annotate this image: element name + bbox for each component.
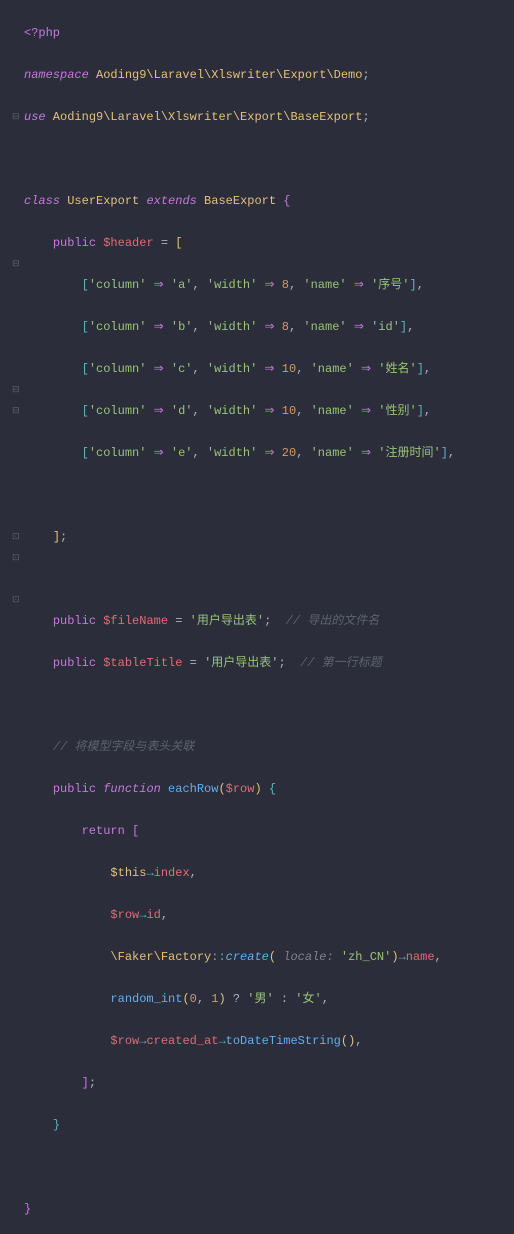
code-editor[interactable]: <?php namespace Aoding9\Laravel\Xlswrite…	[0, 0, 514, 1234]
code-line: public function eachRow($row) {	[24, 779, 514, 800]
code-line: }	[24, 1115, 514, 1136]
code-line: ['column' ⇒ 'a', 'width' ⇒ 8, 'name' ⇒ '…	[24, 275, 514, 296]
code-line: \Faker\Factory::create( locale: 'zh_CN')…	[24, 947, 514, 968]
code-line: $row→created_at→toDateTimeString(),	[24, 1031, 514, 1052]
fold-icon[interactable]: ⊡	[12, 548, 20, 569]
code-line: $row→id,	[24, 905, 514, 926]
code-line: public $tableTitle = '用户导出表'; // 第一行标题	[24, 653, 514, 674]
code-line: namespace Aoding9\Laravel\Xlswriter\Expo…	[24, 65, 514, 86]
fold-icon[interactable]: ⊟	[12, 401, 20, 422]
code-line: // 将模型字段与表头关联	[24, 737, 514, 758]
code-line: public $header = [	[24, 233, 514, 254]
code-line: ['column' ⇒ 'e', 'width' ⇒ 20, 'name' ⇒ …	[24, 443, 514, 464]
code-line	[24, 569, 514, 590]
code-line: ];	[24, 527, 514, 548]
code-line: ];	[24, 1073, 514, 1094]
code-line: class UserExport extends BaseExport {	[24, 191, 514, 212]
code-line: $this→index,	[24, 863, 514, 884]
code-line: ['column' ⇒ 'b', 'width' ⇒ 8, 'name' ⇒ '…	[24, 317, 514, 338]
code-line: return [	[24, 821, 514, 842]
code-line	[24, 149, 514, 170]
fold-icon[interactable]: ⊟	[12, 107, 20, 128]
fold-icon[interactable]: ⊡	[12, 527, 20, 548]
code-line: public $fileName = '用户导出表'; // 导出的文件名	[24, 611, 514, 632]
code-line: ['column' ⇒ 'c', 'width' ⇒ 10, 'name' ⇒ …	[24, 359, 514, 380]
code-line: <?php	[24, 23, 514, 44]
code-line: ['column' ⇒ 'd', 'width' ⇒ 10, 'name' ⇒ …	[24, 401, 514, 422]
code-line	[24, 485, 514, 506]
code-line: }	[24, 1199, 514, 1220]
code-line	[24, 695, 514, 716]
fold-icon[interactable]: ⊡	[12, 590, 20, 611]
fold-icon[interactable]: ⊟	[12, 254, 20, 275]
code-line	[24, 1157, 514, 1178]
code-line: random_int(0, 1) ? '男' : '女',	[24, 989, 514, 1010]
code-line: use Aoding9\Laravel\Xlswriter\Export\Bas…	[24, 107, 514, 128]
fold-icon[interactable]: ⊟	[12, 380, 20, 401]
gutter: ⊟ ⊟ ⊟ ⊟ ⊡ ⊡ ⊡	[0, 0, 24, 617]
